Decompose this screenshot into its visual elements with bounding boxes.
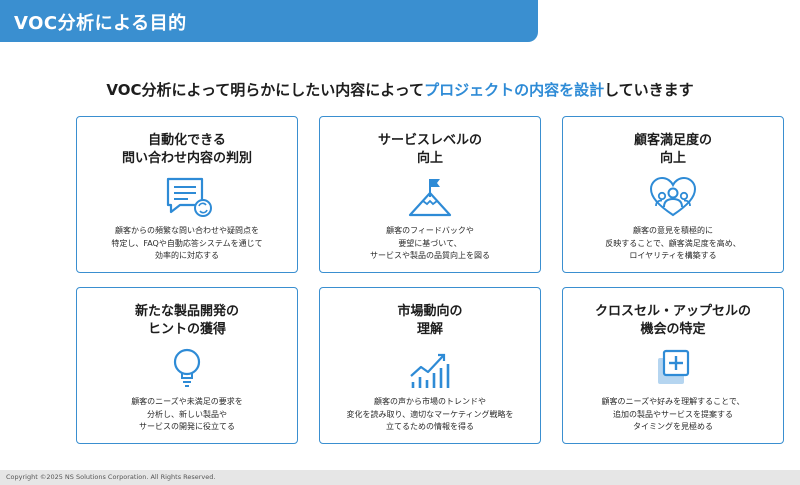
card-description: 顧客の声から市場のトレンドや 変化を読み取り、適切なマーケティング戦略を 立てる… — [346, 397, 514, 431]
people-heart-icon — [648, 175, 698, 219]
card-description: 顧客の意見を積極的に 反映することで、顧客満足度を高め、 ロイヤリティを構築する — [605, 226, 741, 260]
purpose-card-customer-satisfaction: 顧客満足度の 向上 顧客の意見を積極的に 反映することで、顧客満足度を高め、 ロ… — [562, 116, 784, 273]
footer: Copyright ©2025 NS Solutions Corporation… — [0, 470, 800, 485]
purpose-card-inquiry-automation: 自動化できる 問い合わせ内容の判別 顧客からの頻繁な問い合わせや疑問点を 特定し… — [76, 116, 298, 273]
card-title: サービスレベルの 向上 — [377, 133, 482, 166]
mountain-flag-icon — [405, 175, 455, 219]
purpose-card-cross-sell: クロスセル・アップセルの 機会の特定 顧客のニーズや好みを理解することで、 追加… — [562, 287, 784, 444]
card-title: 自動化できる 問い合わせ内容の判別 — [121, 133, 252, 166]
plus-squares-icon — [648, 346, 698, 390]
intro-after: していきます — [604, 81, 694, 99]
card-title: 新たな製品開発の ヒントの獲得 — [134, 304, 239, 337]
card-title: クロスセル・アップセルの 機会の特定 — [594, 304, 751, 337]
trend-chart-icon — [405, 346, 455, 390]
chat-document-icon — [162, 175, 212, 219]
page-title: VOC分析による目的 — [14, 13, 187, 34]
card-description: 顧客のニーズや未満足の要求を 分析し、新しい製品や サービスの開発に役立てる — [131, 397, 243, 431]
card-description: 顧客のフィードバックや 要望に基づいて、 サービスや製品の品質向上を図る — [370, 226, 490, 260]
card-title: 顧客満足度の 向上 — [633, 133, 712, 166]
header-bar: VOC分析による目的 — [0, 0, 538, 42]
lightbulb-icon — [162, 346, 212, 390]
intro-highlight: プロジェクトの内容を設計 — [424, 81, 605, 99]
purpose-card-service-level: サービスレベルの 向上 顧客のフィードバックや 要望に基づいて、 サービスや製品… — [319, 116, 541, 273]
intro-before: VOC分析によって明らかにしたい内容によって — [106, 81, 425, 99]
intro-text: VOC分析によって明らかにしたい内容によってプロジェクトの内容を設計していきます — [0, 79, 800, 100]
purpose-card-market-trends: 市場動向の 理解 顧客の声から市場のトレンドや 変化を読み取り、適切なマーケティ… — [319, 287, 541, 444]
card-description: 顧客からの頻繁な問い合わせや疑問点を 特定し、FAQや自動応答システムを通じて … — [111, 226, 263, 260]
copyright-text: Copyright ©2025 NS Solutions Corporation… — [6, 473, 216, 481]
card-description: 顧客のニーズや好みを理解することで、 追加の製品やサービスを提案する タイミング… — [601, 397, 745, 431]
purpose-card-product-development: 新たな製品開発の ヒントの獲得 顧客のニーズや未満足の要求を 分析し、新しい製品… — [76, 287, 298, 444]
card-title: 市場動向の 理解 — [397, 304, 463, 337]
